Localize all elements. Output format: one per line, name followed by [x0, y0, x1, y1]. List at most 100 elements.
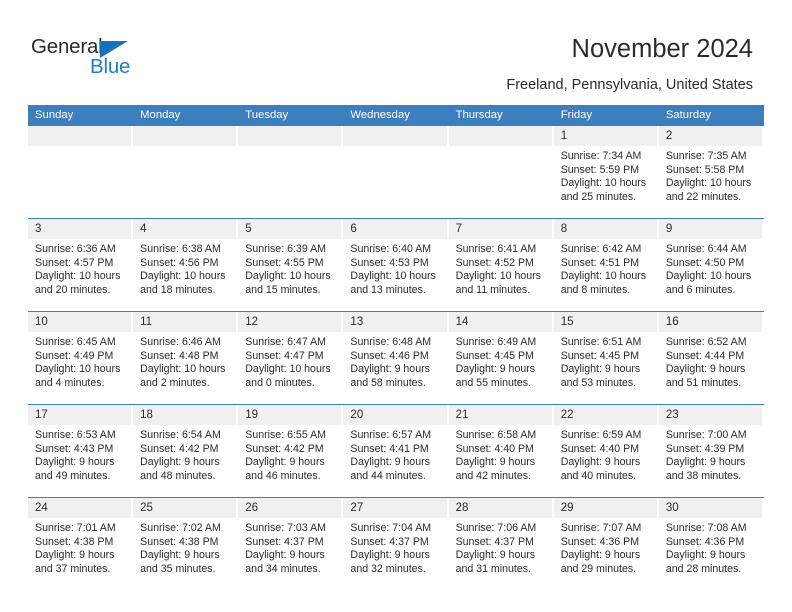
daylight-text: Daylight: 9 hours and 51 minutes. [665, 363, 746, 389]
day-details: Sunrise: 6:53 AM Sunset: 4:43 PM Daylight:… [28, 425, 133, 483]
day-details: Sunrise: 7:08 AM Sunset: 4:36 PM Daylight:… [659, 518, 764, 576]
sunset-text: Sunset: 4:55 PM [245, 256, 324, 269]
calendar-day-cell[interactable]: 29 Sunrise: 7:07 AM Sunset: 4:36 PM Dayligh… [553, 497, 659, 590]
day-details: Sunrise: 7:04 AM Sunset: 4:37 PM Daylight:… [343, 518, 448, 576]
sunset-text: Sunset: 5:58 PM [665, 163, 745, 176]
sunrise-text: Sunrise: 6:47 AM [245, 336, 326, 348]
day-details: Sunrise: 6:46 AM Sunset: 4:48 PM Daylight:… [133, 332, 238, 390]
sunrise-text: Sunrise: 6:55 AM [245, 429, 326, 441]
day-number [343, 126, 447, 146]
calendar-day-cell[interactable]: 7 Sunrise: 6:41 AM Sunset: 4:52 PM Daylight… [448, 218, 554, 312]
day-number: 21 [448, 405, 552, 425]
calendar-day-cell[interactable]: 21 Sunrise: 6:58 AM Sunset: 4:40 PM Dayligh… [448, 404, 554, 498]
calendar-day-cell[interactable]: 25 Sunrise: 7:02 AM Sunset: 4:38 PM Dayligh… [133, 497, 239, 590]
day-details: Sunrise: 6:45 AM Sunset: 4:49 PM Daylight:… [28, 332, 133, 390]
calendar-day-cell[interactable]: 13 Sunrise: 6:48 AM Sunset: 4:46 PM Dayligh… [343, 311, 449, 405]
calendar-day-cell[interactable]: 5 Sunrise: 6:39 AM Sunset: 4:55 PM Daylight… [238, 218, 344, 312]
calendar-day-cell[interactable]: 1 Sunrise: 7:34 AM Sunset: 5:59 PM Daylight… [553, 126, 659, 219]
calendar-day-cell-empty [343, 126, 448, 219]
daylight-text: Daylight: 10 hours and 22 minutes. [665, 177, 752, 203]
calendar-day-cell[interactable]: 30 Sunrise: 7:08 AM Sunset: 4:36 PM Dayligh… [658, 497, 764, 590]
calendar-day-cell[interactable]: 20 Sunrise: 6:57 AM Sunset: 4:41 PM Dayligh… [343, 404, 449, 498]
sunset-text: Sunset: 4:52 PM [455, 256, 534, 269]
calendar-week-row: 10 Sunrise: 6:45 AM Sunset: 4:49 PM Dayligh… [28, 311, 764, 405]
sunset-text: Sunset: 4:41 PM [350, 442, 429, 455]
daylight-text: Daylight: 9 hours and 48 minutes. [140, 456, 220, 482]
sunset-text: Sunset: 5:59 PM [560, 163, 640, 176]
daylight-text: Daylight: 9 hours and 40 minutes. [560, 456, 641, 482]
sunrise-text: Sunrise: 6:52 AM [665, 336, 747, 348]
sunset-text: Sunset: 4:44 PM [665, 349, 745, 362]
calendar-day-cell[interactable]: 14 Sunrise: 6:49 AM Sunset: 4:45 PM Dayligh… [448, 311, 554, 405]
calendar-day-cell[interactable]: 12 Sunrise: 6:47 AM Sunset: 4:47 PM Dayligh… [238, 311, 344, 405]
day-number: 14 [448, 312, 552, 332]
sunset-text: Sunset: 4:49 PM [35, 349, 114, 362]
calendar-day-cell[interactable]: 4 Sunrise: 6:38 AM Sunset: 4:56 PM Daylight… [133, 218, 239, 312]
daylight-text: Daylight: 9 hours and 38 minutes. [665, 456, 746, 482]
sunrise-text: Sunrise: 7:02 AM [140, 522, 221, 534]
day-number: 29 [553, 498, 657, 518]
calendar-day-cell[interactable]: 16 Sunrise: 6:52 AM Sunset: 4:44 PM Dayligh… [658, 311, 764, 405]
calendar-day-cell[interactable]: 9 Sunrise: 6:44 AM Sunset: 4:50 PM Daylight… [658, 218, 764, 312]
day-details: Sunrise: 6:51 AM Sunset: 4:45 PM Daylight:… [554, 332, 659, 390]
day-number: 27 [343, 498, 447, 518]
sunrise-text: Sunrise: 7:34 AM [560, 150, 642, 162]
day-number: 12 [238, 312, 342, 332]
sunrise-text: Sunrise: 6:46 AM [140, 336, 221, 348]
calendar-day-cell[interactable]: 19 Sunrise: 6:55 AM Sunset: 4:42 PM Dayligh… [238, 404, 344, 498]
calendar-day-cell[interactable]: 28 Sunrise: 7:06 AM Sunset: 4:37 PM Dayligh… [448, 497, 554, 590]
calendar-day-cell[interactable]: 17 Sunrise: 6:53 AM Sunset: 4:43 PM Dayligh… [28, 404, 134, 498]
sunrise-text: Sunrise: 7:06 AM [455, 522, 537, 534]
sunrise-text: Sunrise: 6:48 AM [350, 336, 432, 348]
daylight-text: Daylight: 9 hours and 49 minutes. [35, 456, 115, 482]
calendar-day-cell[interactable]: 22 Sunrise: 6:59 AM Sunset: 4:40 PM Dayligh… [553, 404, 659, 498]
sunset-text: Sunset: 4:36 PM [665, 535, 745, 548]
day-details: Sunrise: 6:47 AM Sunset: 4:47 PM Daylight:… [238, 332, 343, 390]
sunrise-text: Sunrise: 6:41 AM [455, 243, 537, 255]
day-details: Sunrise: 6:39 AM Sunset: 4:55 PM Daylight:… [238, 239, 343, 297]
calendar-day-cell-empty [133, 126, 238, 219]
calendar-day-cell[interactable]: 27 Sunrise: 7:04 AM Sunset: 4:37 PM Dayligh… [343, 497, 449, 590]
calendar-day-cell-empty [238, 126, 343, 219]
daylight-text: Daylight: 10 hours and 13 minutes. [350, 270, 436, 296]
calendar-day-cell[interactable]: 24 Sunrise: 7:01 AM Sunset: 4:38 PM Dayligh… [28, 497, 134, 590]
calendar-day-cell[interactable]: 8 Sunrise: 6:42 AM Sunset: 4:51 PM Daylight… [553, 218, 659, 312]
calendar-week-row: 17 Sunrise: 6:53 AM Sunset: 4:43 PM Dayligh… [28, 404, 764, 498]
sunset-text: Sunset: 4:40 PM [560, 442, 640, 455]
day-details: Sunrise: 6:54 AM Sunset: 4:42 PM Daylight:… [133, 425, 238, 483]
calendar-day-cell[interactable]: 10 Sunrise: 6:45 AM Sunset: 4:49 PM Dayligh… [28, 311, 134, 405]
sunrise-text: Sunrise: 6:36 AM [35, 243, 116, 255]
day-number: 3 [28, 219, 132, 239]
day-number: 17 [28, 405, 132, 425]
calendar-day-cell[interactable]: 11 Sunrise: 6:46 AM Sunset: 4:48 PM Dayligh… [133, 311, 239, 405]
sunrise-text: Sunrise: 6:59 AM [560, 429, 642, 441]
calendar-body: 1 Sunrise: 7:34 AM Sunset: 5:59 PM Daylight… [28, 126, 764, 590]
day-number [238, 126, 342, 146]
daylight-text: Daylight: 10 hours and 25 minutes. [560, 177, 647, 203]
day-number: 22 [553, 405, 657, 425]
daylight-text: Daylight: 9 hours and 32 minutes. [350, 549, 430, 575]
daylight-text: Daylight: 10 hours and 8 minutes. [560, 270, 647, 296]
calendar-day-cell[interactable]: 2 Sunrise: 7:35 AM Sunset: 5:58 PM Daylight… [658, 126, 764, 219]
sunset-text: Sunset: 4:42 PM [140, 442, 219, 455]
daylight-text: Daylight: 9 hours and 28 minutes. [665, 549, 746, 575]
calendar-day-cell[interactable]: 15 Sunrise: 6:51 AM Sunset: 4:45 PM Dayligh… [553, 311, 659, 405]
day-number: 20 [343, 405, 447, 425]
day-number: 23 [658, 405, 762, 425]
daylight-text: Daylight: 10 hours and 15 minutes. [245, 270, 331, 296]
day-number: 25 [133, 498, 237, 518]
sunrise-text: Sunrise: 7:03 AM [245, 522, 326, 534]
daylight-text: Daylight: 9 hours and 46 minutes. [245, 456, 325, 482]
calendar-day-cell[interactable]: 6 Sunrise: 6:40 AM Sunset: 4:53 PM Daylight… [343, 218, 449, 312]
sunset-text: Sunset: 4:56 PM [140, 256, 219, 269]
day-details: Sunrise: 7:07 AM Sunset: 4:36 PM Daylight:… [554, 518, 659, 576]
calendar-day-cell[interactable]: 26 Sunrise: 7:03 AM Sunset: 4:37 PM Dayligh… [238, 497, 344, 590]
weekday-header-tuesday: Tuesday [238, 105, 344, 126]
sunset-text: Sunset: 4:48 PM [140, 349, 219, 362]
daylight-text: Daylight: 9 hours and 37 minutes. [35, 549, 115, 575]
calendar-day-cell[interactable]: 18 Sunrise: 6:54 AM Sunset: 4:42 PM Dayligh… [133, 404, 239, 498]
calendar-day-cell[interactable]: 3 Sunrise: 6:36 AM Sunset: 4:57 PM Daylight… [28, 218, 134, 312]
day-number [28, 126, 132, 146]
daylight-text: Daylight: 9 hours and 31 minutes. [455, 549, 536, 575]
calendar-day-cell[interactable]: 23 Sunrise: 7:00 AM Sunset: 4:39 PM Dayligh… [658, 404, 764, 498]
